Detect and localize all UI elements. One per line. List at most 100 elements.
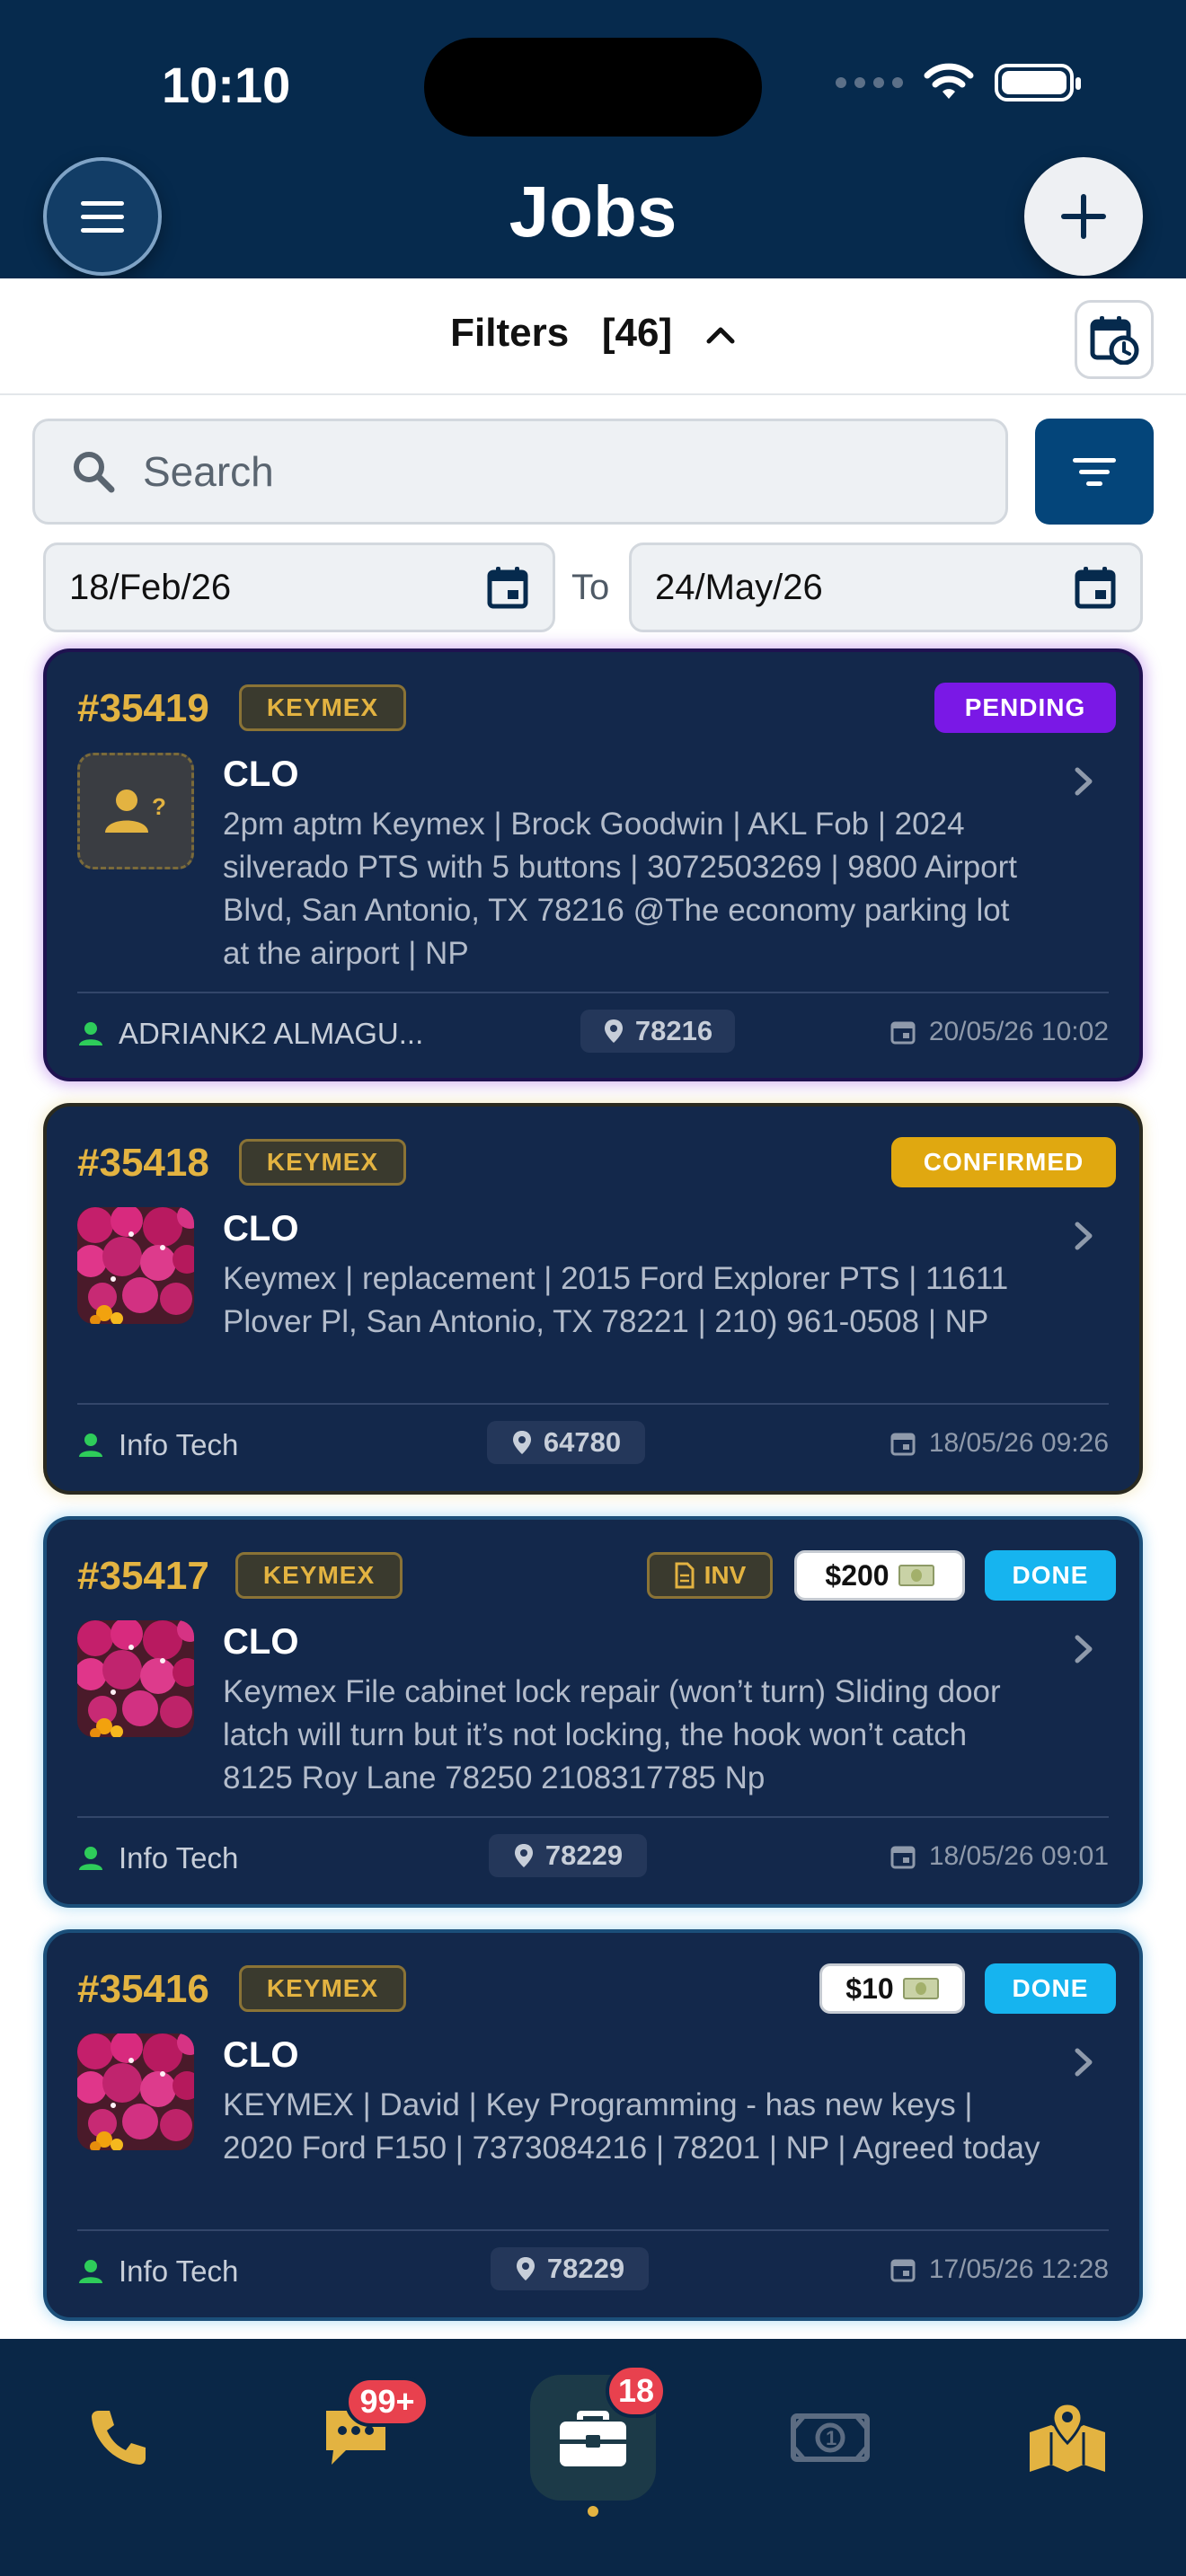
phone-icon xyxy=(92,2411,146,2465)
date-from-field[interactable]: 18/Feb/26 xyxy=(43,543,555,632)
zip-code: 78216 xyxy=(634,1015,713,1046)
status-icons xyxy=(836,63,1081,102)
calendar-clock-button[interactable] xyxy=(1075,300,1154,379)
status-badge: DONE xyxy=(985,1963,1116,2014)
person-icon xyxy=(77,1020,104,1047)
brand-badge: KEYMEX xyxy=(239,1965,406,2012)
bottom-navigation: 99+ 18 1 xyxy=(0,2339,1186,2576)
job-date-value: 17/05/26 12:28 xyxy=(928,2254,1109,2284)
nav-phone[interactable] xyxy=(56,2375,181,2501)
document-icon xyxy=(675,1562,695,1589)
price-chip: $200 xyxy=(794,1550,965,1601)
date-to-value: 24/May/26 xyxy=(655,567,823,607)
status-badge: CONFIRMED xyxy=(891,1137,1116,1187)
chevron-right-icon xyxy=(1073,1633,1094,1665)
customer-photo xyxy=(77,1620,194,1737)
assignee: Info Tech xyxy=(77,1841,238,1875)
chevron-right-icon xyxy=(1073,765,1094,798)
zip-chip: 78229 xyxy=(491,2247,649,2290)
filter-button[interactable] xyxy=(1035,419,1154,525)
job-card[interactable]: #35419 KEYMEX PENDING ? CLO 2pm aptm Key… xyxy=(43,648,1143,1081)
invoice-label: INV xyxy=(704,1561,747,1589)
job-date: 17/05/26 12:28 xyxy=(890,2254,1109,2285)
cash-icon xyxy=(898,1565,934,1586)
job-title: CLO xyxy=(223,754,299,794)
plus-icon xyxy=(1061,194,1106,239)
job-description: Keymex File cabinet lock repair (won’t t… xyxy=(223,1674,1001,1795)
assignee: ADRIANK2 ALMAGU... xyxy=(77,1017,423,1051)
chevron-up-icon xyxy=(706,327,735,344)
job-number: #35417 xyxy=(77,1554,209,1598)
job-title: CLO xyxy=(223,1209,299,1248)
filters-bar: Filters [46] xyxy=(0,278,1186,395)
filters-label: Filters xyxy=(450,311,570,355)
invoice-chip: INV xyxy=(647,1552,773,1599)
person-icon xyxy=(77,1432,104,1459)
zip-chip: 78216 xyxy=(580,1010,735,1053)
job-number: #35419 xyxy=(77,686,209,730)
add-job-button[interactable] xyxy=(1024,157,1143,276)
calendar-icon xyxy=(890,1430,916,1457)
calendar-icon xyxy=(1075,567,1116,609)
cash-icon: 1 xyxy=(791,2413,870,2462)
card-divider xyxy=(77,2229,1109,2231)
job-description: KEYMEX | David | Key Programming - has n… xyxy=(223,2087,1040,2166)
zip-code: 78229 xyxy=(546,2253,625,2284)
job-date-value: 20/05/26 10:02 xyxy=(928,1017,1109,1046)
card-divider xyxy=(77,1816,1109,1818)
job-date: 20/05/26 10:02 xyxy=(890,1017,1109,1047)
jobs-badge: 18 xyxy=(606,2364,667,2418)
card-divider xyxy=(77,992,1109,993)
nav-map[interactable] xyxy=(1005,2375,1130,2501)
card-divider xyxy=(77,1403,1109,1405)
job-date: 18/05/26 09:01 xyxy=(890,1841,1109,1872)
date-to-label: To xyxy=(571,568,610,607)
date-from-value: 18/Feb/26 xyxy=(69,567,232,607)
status-time: 10:10 xyxy=(162,57,291,113)
job-card[interactable]: #35418 KEYMEX CONFIRMED CLO Keymex | rep… xyxy=(43,1103,1143,1495)
messages-badge: 99+ xyxy=(345,2377,429,2427)
page-title: Jobs xyxy=(509,172,677,251)
map-icon xyxy=(1030,2402,1105,2472)
chevron-right-icon xyxy=(1073,2046,1094,2078)
unknown-customer-icon: ? xyxy=(77,753,194,869)
job-card[interactable]: #35416 KEYMEX $10 DONE CLO KEYMEX | Davi… xyxy=(43,1929,1143,2321)
calendar-icon xyxy=(487,567,528,609)
date-to-field[interactable]: 24/May/26 xyxy=(629,543,1143,632)
assignee-name: ADRIANK2 ALMAGU... xyxy=(119,1017,424,1050)
chevron-right-icon xyxy=(1073,1220,1094,1252)
location-pin-icon xyxy=(511,1429,533,1456)
price-chip: $10 xyxy=(819,1963,965,2014)
job-description: 2pm aptm Keymex | Brock Goodwin | AKL Fo… xyxy=(223,807,1018,971)
person-icon xyxy=(77,2258,104,2285)
assignee-name: Info Tech xyxy=(119,1428,239,1461)
calendar-icon xyxy=(890,1843,916,1870)
location-pin-icon xyxy=(603,1018,624,1045)
location-pin-icon xyxy=(515,2255,536,2282)
nav-payments[interactable]: 1 xyxy=(767,2375,893,2501)
filters-toggle[interactable]: Filters [46] xyxy=(0,311,1186,356)
active-tab-indicator xyxy=(588,2506,598,2517)
job-card[interactable]: #35417 KEYMEX INV $200 DONE CLO Keymex F… xyxy=(43,1516,1143,1908)
job-title: CLO xyxy=(223,1622,299,1662)
job-date: 18/05/26 09:26 xyxy=(890,1428,1109,1459)
search-input[interactable] xyxy=(143,447,951,496)
cellular-signal-icon xyxy=(836,77,903,88)
wifi-icon xyxy=(924,63,974,99)
job-description: Keymex | replacement | 2015 Ford Explore… xyxy=(223,1261,1009,1339)
assignee-name: Info Tech xyxy=(119,1841,239,1875)
customer-photo xyxy=(77,1207,194,1324)
job-title: CLO xyxy=(223,2035,299,2075)
search-icon xyxy=(74,452,115,493)
zip-chip: 78229 xyxy=(489,1834,647,1877)
zip-code: 64780 xyxy=(543,1426,622,1458)
zip-chip: 64780 xyxy=(487,1421,645,1464)
cash-icon xyxy=(902,1978,939,1999)
svg-text:1: 1 xyxy=(826,2427,836,2449)
filters-count: [46] xyxy=(601,311,673,355)
zip-code: 78229 xyxy=(544,1839,624,1871)
job-number: #35418 xyxy=(77,1141,209,1185)
brand-badge: KEYMEX xyxy=(239,684,406,731)
search-box[interactable] xyxy=(32,419,1008,525)
job-date-value: 18/05/26 09:26 xyxy=(928,1428,1109,1458)
